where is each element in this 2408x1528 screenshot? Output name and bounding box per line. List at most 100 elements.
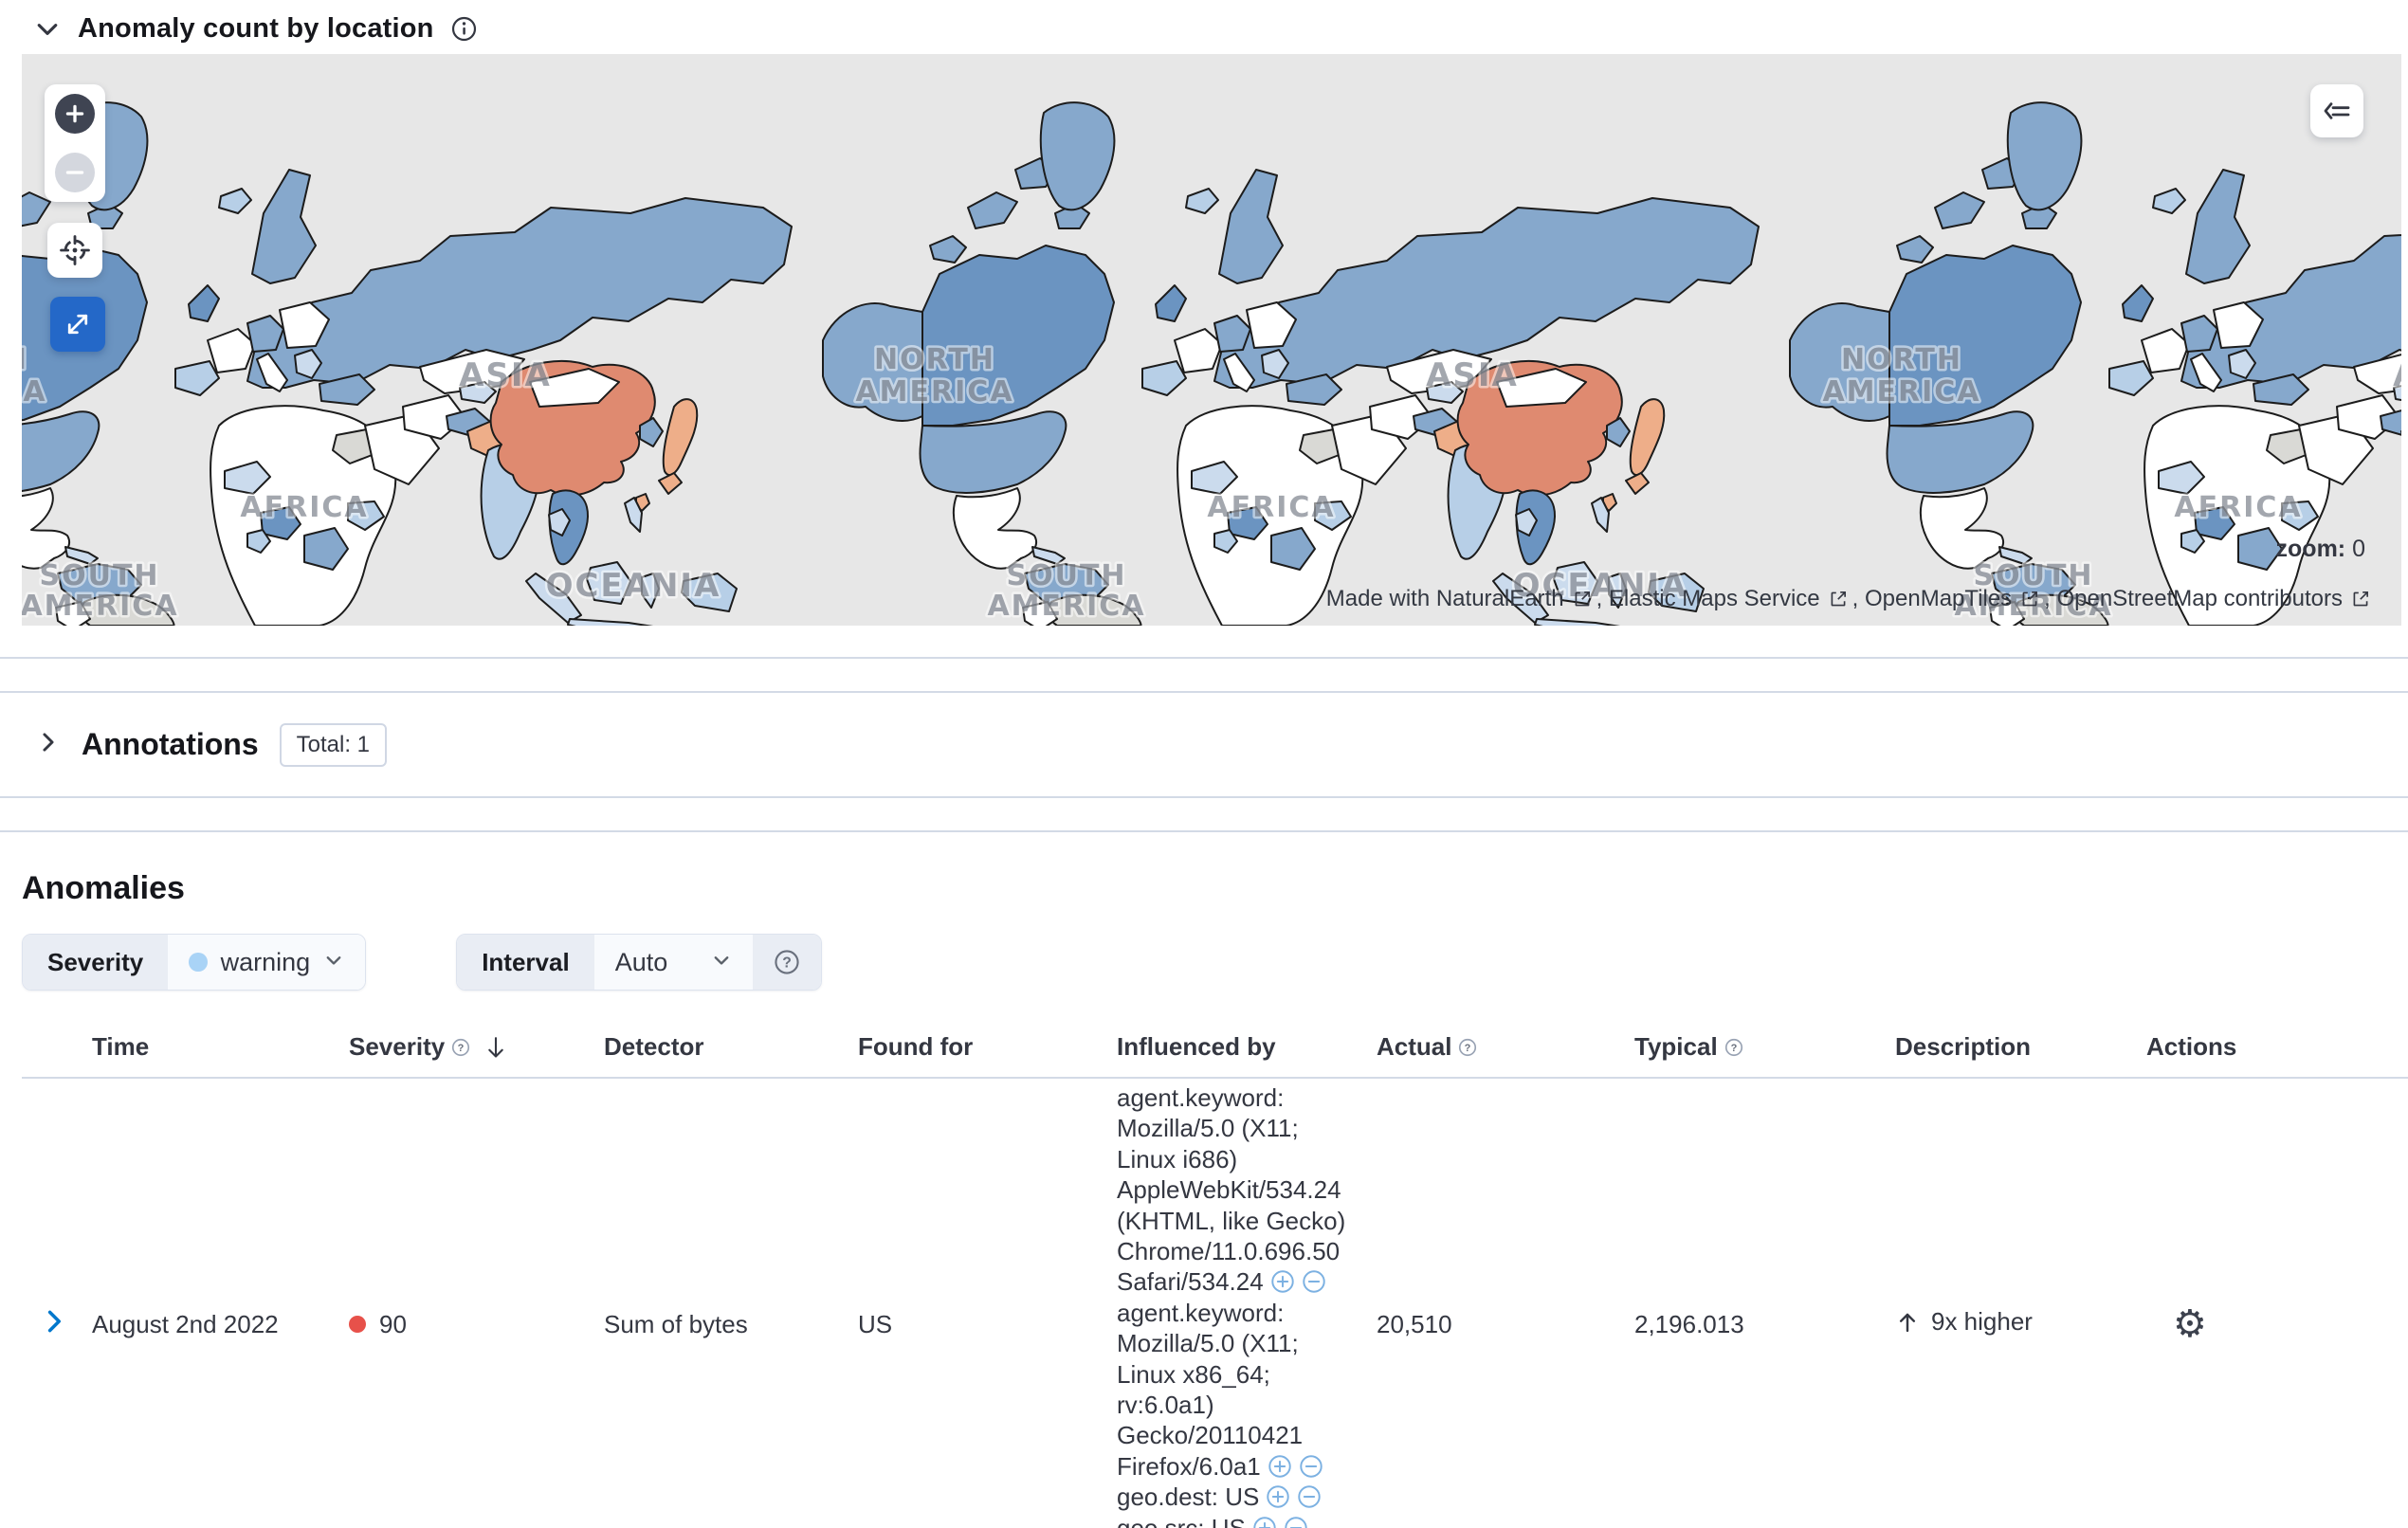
attribution-link[interactable]: , OpenStreetMap contributors (2044, 586, 2343, 612)
influencer-line: Gecko/20110421 (1117, 1421, 1304, 1450)
anomaly-map[interactable]: ASIA AFRICA OCEANIA NORTH AMERICA SOUTH … (22, 54, 2401, 626)
col-actual[interactable]: Actual ? (1377, 1023, 1634, 1079)
minus-in-circle-icon[interactable] (1297, 1484, 1322, 1509)
help-icon: ? (1724, 1038, 1742, 1056)
attribution-link[interactable]: , OpenMapTiles (1852, 586, 2013, 612)
severity-value: 90 (379, 1309, 407, 1338)
interval-filter-group: Interval Auto ? (456, 934, 822, 991)
chevron-right-icon (47, 1310, 61, 1332)
anomaly-row: August 2nd 2022 90 Sum of bytes US agent… (22, 1078, 2408, 1528)
minus-in-circle-icon[interactable] (1299, 1454, 1323, 1479)
anomalies-title: Anomalies (22, 870, 185, 906)
map-accordion-header[interactable]: Anomaly count by location (0, 0, 2408, 54)
interval-filter-select[interactable]: Auto (593, 935, 753, 990)
cell-detector: Sum of bytes (604, 1309, 748, 1338)
plus-in-circle-icon[interactable] (1266, 1484, 1290, 1509)
annotations-accordion-header[interactable]: Annotations Total: 1 (0, 693, 2408, 798)
chevron-down-icon[interactable] (34, 16, 61, 43)
divider (0, 830, 2408, 832)
influencer-line: Safari/534.24 (1117, 1266, 1377, 1297)
external-link-icon (1831, 591, 1846, 607)
fit-to-data-button[interactable] (47, 223, 102, 278)
severity-filter-group: Severity warning (22, 934, 367, 991)
crosshair-icon (60, 235, 90, 265)
legend-toggle-button[interactable] (2310, 84, 2363, 137)
help-icon: ? (775, 950, 799, 974)
table-header-row: Time Severity ? Detector Found for Influ… (22, 1023, 2408, 1079)
severity-dot (349, 1316, 366, 1334)
cell-influenced-by: agent.keyword: Mozilla/5.0 (X11; Linux i68… (1117, 1078, 1377, 1528)
info-icon[interactable] (451, 16, 477, 42)
arrow-up-icon (1899, 1313, 1916, 1332)
cell-severity: 90 (349, 1078, 604, 1528)
col-time[interactable]: Time (92, 1023, 349, 1079)
map-zoom-indicator: zoom: 0 (2276, 536, 2365, 563)
external-link-icon (1575, 591, 1590, 607)
expand-map-button[interactable] (50, 297, 105, 352)
minus-in-circle-icon[interactable] (1284, 1516, 1308, 1528)
col-description[interactable]: Description (1895, 1023, 2146, 1079)
gear-icon[interactable]: ⚙ (2173, 1305, 2207, 1343)
annotations-total-badge: Total: 1 (279, 722, 388, 767)
interval-help-button[interactable]: ? (752, 935, 821, 990)
map-section-title: Anomaly count by location (78, 13, 434, 44)
severity-filter-select[interactable]: warning (168, 935, 366, 990)
chevron-down-icon (323, 948, 344, 977)
col-typical[interactable]: Typical ? (1634, 1023, 1895, 1079)
attribution-link[interactable]: Made with NaturalEarth (1326, 586, 1564, 612)
col-severity[interactable]: Severity ? (349, 1023, 604, 1079)
influenced-by-content: agent.keyword: Mozilla/5.0 (X11; Linux i68… (1117, 1082, 1377, 1528)
chevron-down-icon (711, 948, 732, 977)
cell-description: 9x higher (1895, 1078, 2146, 1528)
annotations-title: Annotations (82, 727, 259, 761)
description-text: 9x higher (1931, 1307, 2033, 1337)
influencer-line: agent.keyword: (1117, 1083, 1285, 1112)
minus-in-circle-icon[interactable] (1302, 1269, 1326, 1294)
influencer-line: geo.dest: US (1117, 1482, 1377, 1512)
influencer-line: Linux i686) (1117, 1144, 1238, 1173)
sort-descending-icon (488, 1036, 503, 1058)
attribution-link[interactable]: , Elastic Maps Service (1596, 586, 1820, 612)
menu-left-icon (2324, 102, 2350, 119)
interval-filter-label: Interval (457, 935, 594, 990)
cell-actual: 20,510 (1377, 1309, 1452, 1338)
influencer-line: Mozilla/5.0 (X11; (1117, 1329, 1299, 1358)
expand-row-button[interactable] (41, 1310, 67, 1340)
cell-actions: ⚙ (2146, 1078, 2408, 1528)
help-icon: ? (452, 1038, 470, 1056)
zoom-in-button[interactable] (55, 94, 95, 134)
influencer-line: geo.src: US (1117, 1513, 1377, 1528)
severity-filter-value: warning (220, 947, 311, 976)
severity-warning-dot (189, 953, 208, 972)
influencer-line: AppleWebKit/534.24 (1117, 1175, 1341, 1205)
interval-filter-value: Auto (614, 947, 668, 976)
svg-text:?: ? (1465, 1042, 1471, 1053)
plus-in-circle-icon[interactable] (1268, 1454, 1292, 1479)
svg-text:?: ? (458, 1042, 465, 1053)
zoom-value: 0 (2352, 536, 2365, 562)
influencer-line: Mozilla/5.0 (X11; (1117, 1114, 1299, 1143)
help-icon: ? (1459, 1038, 1477, 1056)
zoom-out-button[interactable] (55, 153, 95, 192)
zoom-label: zoom: (2275, 536, 2346, 562)
expand-icon (67, 314, 88, 335)
anomalies-table: Time Severity ? Detector Found for Influ… (22, 1023, 2408, 1528)
influencer-line: Chrome/11.0.696.50 (1117, 1237, 1341, 1266)
world-map: ASIA AFRICA OCEANIA NORTH AMERICA SOUTH … (22, 54, 2401, 626)
col-found-for[interactable]: Found for (858, 1023, 1117, 1079)
plus-in-circle-icon[interactable] (1252, 1516, 1277, 1528)
influencer-line: rv:6.0a1) (1117, 1391, 1214, 1420)
svg-text:?: ? (782, 955, 792, 972)
influencer-line: agent.keyword: (1117, 1298, 1285, 1327)
chevron-right-icon[interactable] (36, 730, 61, 759)
plus-in-circle-icon[interactable] (1270, 1269, 1295, 1294)
influencer-line: (KHTML, like Gecko) (1117, 1206, 1346, 1235)
map-attribution: Made with NaturalEarth , Elastic Maps Ser… (1326, 586, 2375, 612)
influencer-line: Linux x86_64; (1117, 1359, 1270, 1389)
influencer-line: Firefox/6.0a1 (1117, 1451, 1377, 1482)
col-influenced-by[interactable]: Influenced by (1117, 1023, 1377, 1079)
col-detector[interactable]: Detector (604, 1023, 858, 1079)
